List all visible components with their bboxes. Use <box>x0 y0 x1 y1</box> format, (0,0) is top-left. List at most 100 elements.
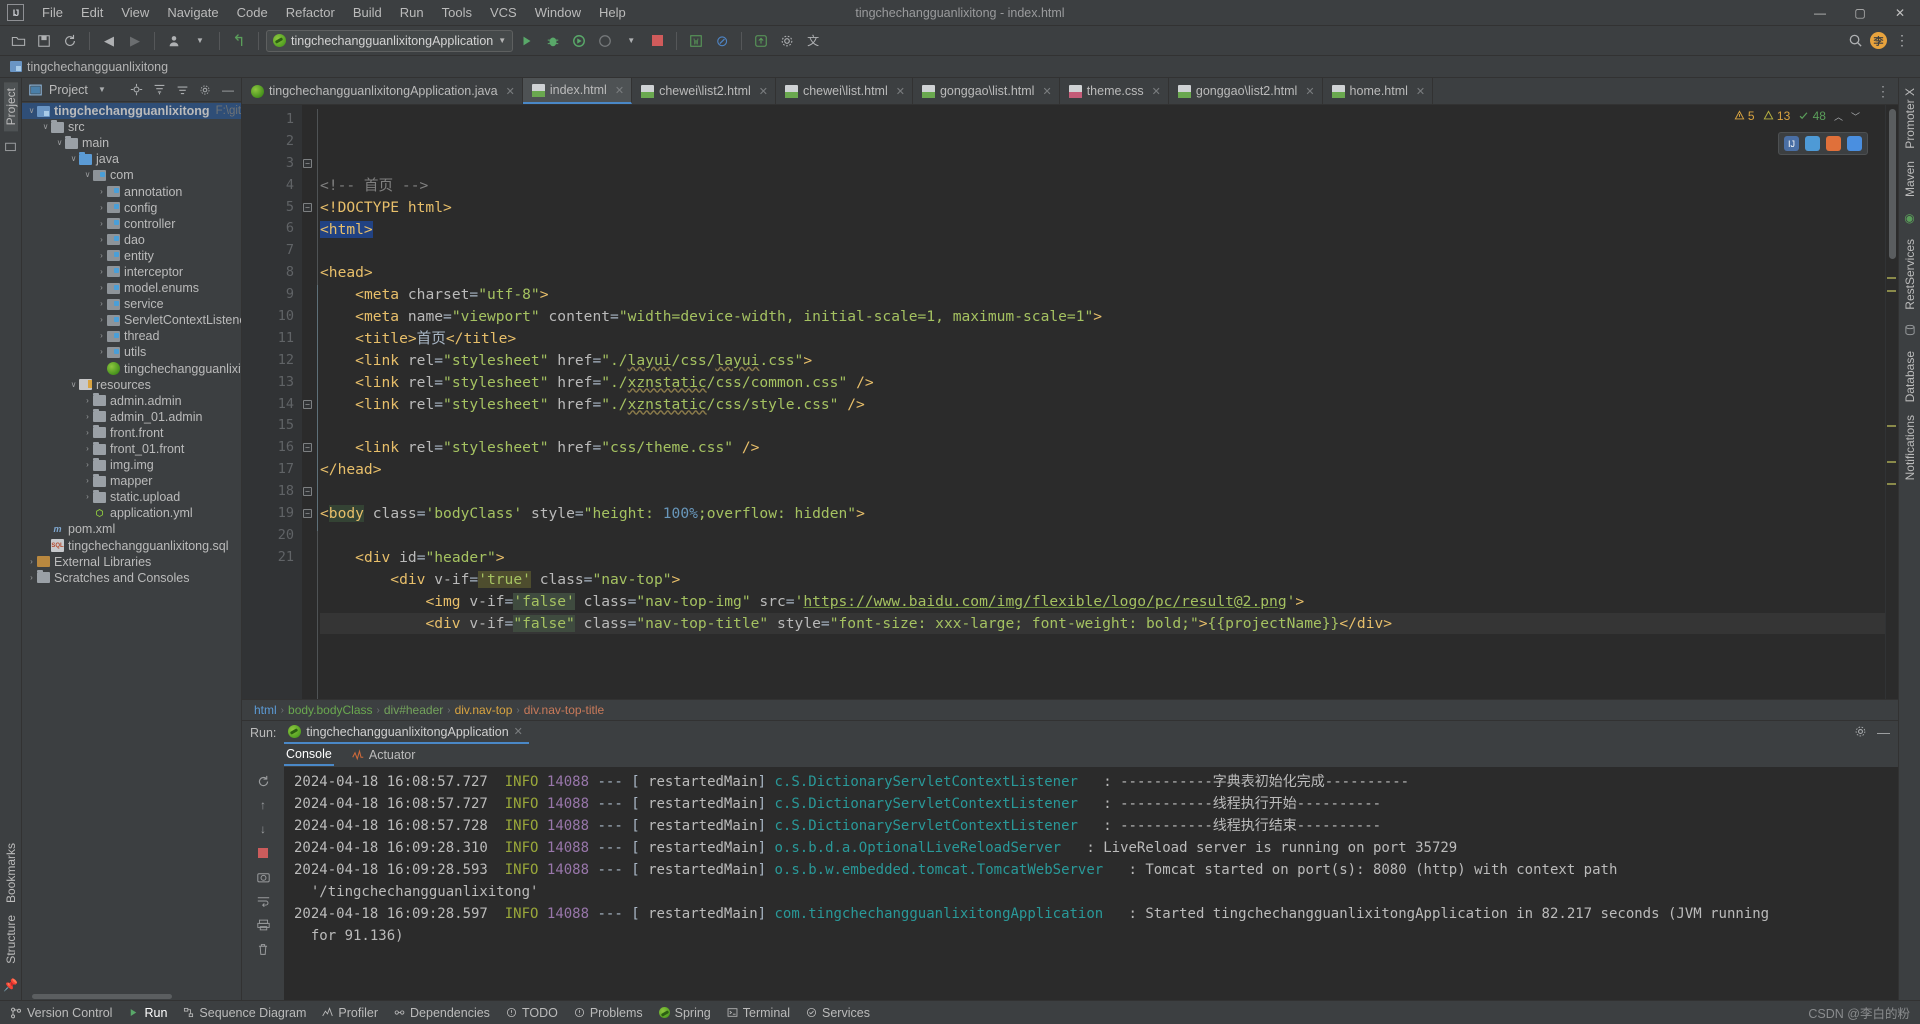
menu-help[interactable]: Help <box>590 2 635 23</box>
tree-node[interactable]: ∨ java <box>22 151 241 167</box>
tree-node[interactable]: SQL tingchechangguanlixitong.sql <box>22 538 241 554</box>
code-line[interactable] <box>320 240 1885 262</box>
print-icon[interactable] <box>254 916 272 934</box>
run-icon[interactable] <box>515 29 539 53</box>
tree-node[interactable]: m pom.xml <box>22 521 241 537</box>
status-services[interactable]: Services <box>806 1006 870 1020</box>
tree-node[interactable]: › controller <box>22 216 241 232</box>
chevron-right-icon[interactable]: › <box>96 219 107 228</box>
menu-vcs[interactable]: VCS <box>481 2 526 23</box>
back-icon[interactable]: ◀ <box>97 29 121 53</box>
menu-file[interactable]: File <box>33 2 72 23</box>
ban-icon[interactable]: ⊘ <box>710 29 734 53</box>
tree-node[interactable]: › config <box>22 200 241 216</box>
tree-node[interactable]: ∨ src <box>22 119 241 135</box>
editor-tab[interactable]: gonggao\list.html ✕ <box>913 78 1060 104</box>
tree-node[interactable]: ∨ main <box>22 135 241 151</box>
open-folder-icon[interactable] <box>6 29 30 53</box>
chevron-right-icon[interactable]: › <box>82 412 93 421</box>
status-sequence-diagram[interactable]: Sequence Diagram <box>183 1006 306 1020</box>
gear-icon[interactable] <box>1854 725 1867 741</box>
breadcrumb-item[interactable]: div.nav-top <box>455 703 513 717</box>
chevron-right-icon[interactable]: › <box>82 445 93 453</box>
close-icon[interactable]: ✕ <box>514 725 523 738</box>
code-line[interactable]: <meta name="viewport" content="width=dev… <box>320 306 1885 328</box>
sync-icon[interactable] <box>58 29 82 53</box>
tool-window-maven[interactable]: Maven <box>1903 155 1917 203</box>
tool-window-promoter[interactable]: Promoter X <box>1903 82 1917 155</box>
chevron-right-icon[interactable]: › <box>96 267 107 276</box>
profiler-icon[interactable] <box>593 29 617 53</box>
chevron-up-icon[interactable]: ︿ <box>1834 110 1843 123</box>
code-line[interactable]: <div id="header"> <box>320 547 1885 569</box>
editor-tab[interactable]: chewei\list.html ✕ <box>776 78 913 104</box>
close-button[interactable]: ✕ <box>1880 0 1920 26</box>
close-tab-icon[interactable]: ✕ <box>1416 85 1425 98</box>
editor-scrollbar[interactable] <box>1885 105 1898 699</box>
breadcrumb-item[interactable]: html <box>254 703 277 717</box>
tab-console[interactable]: Console <box>284 746 334 766</box>
inspection-widget[interactable]: 5 13 48 ︿ ﹀ <box>1734 109 1860 123</box>
editor-tab[interactable]: gonggao\list2.html ✕ <box>1169 78 1323 104</box>
code-line[interactable]: </head> <box>320 459 1885 481</box>
code-line[interactable]: <!DOCTYPE html> <box>320 197 1885 219</box>
project-tree[interactable]: ∨tingchechangguanlixitongF:\gitee_w∨src∨… <box>22 102 241 993</box>
chevron-down-icon-2[interactable]: ▼ <box>619 29 643 53</box>
status-dependencies[interactable]: Dependencies <box>394 1006 490 1020</box>
chevron-down-icon[interactable]: ∨ <box>82 171 93 179</box>
breadcrumb-item[interactable]: div#header <box>384 703 443 717</box>
tree-node[interactable]: tingchechangguanlixito <box>22 361 241 377</box>
code-content[interactable]: <!-- 首页 --> <!DOCTYPE html> <html> <head> … <box>302 105 1885 699</box>
chevron-down-icon[interactable]: ∨ <box>40 123 51 131</box>
code-line[interactable]: <!-- 首页 --> <box>320 175 1885 197</box>
coverage-icon[interactable] <box>567 29 591 53</box>
chevron-down-icon[interactable]: ∨ <box>68 380 79 389</box>
code-line[interactable]: <title>首页</title> <box>320 328 1885 350</box>
stop-icon[interactable] <box>645 29 669 53</box>
edge-browser-icon[interactable] <box>1805 136 1820 151</box>
tree-node[interactable]: › Scratches and Consoles <box>22 570 241 586</box>
menu-edit[interactable]: Edit <box>72 2 112 23</box>
minimize-button[interactable]: — <box>1800 0 1840 26</box>
chevron-right-icon[interactable]: › <box>82 428 93 437</box>
debug-icon[interactable] <box>541 29 565 53</box>
save-icon[interactable] <box>32 29 56 53</box>
scrollbar-thumb[interactable] <box>1889 109 1896 259</box>
status-profiler[interactable]: Profiler <box>322 1006 378 1020</box>
gear-icon[interactable] <box>775 29 799 53</box>
tree-node[interactable]: › dao <box>22 232 241 248</box>
chevron-down-icon[interactable]: ▼ <box>93 81 111 99</box>
run-configuration-selector[interactable]: tingchechangguanlixitongApplication ▼ <box>266 29 514 52</box>
editor-tab-bar[interactable]: tingchechangguanlixitongApplication.java… <box>242 78 1898 105</box>
update-icon[interactable] <box>749 29 773 53</box>
status-version-control[interactable]: Version Control <box>10 1006 112 1020</box>
status-terminal[interactable]: Terminal <box>727 1006 790 1020</box>
locate-icon[interactable] <box>127 81 145 99</box>
code-line[interactable]: <link rel="stylesheet" href="./xznstatic… <box>320 394 1885 416</box>
code-line[interactable]: <img v-if='false' class="nav-top-img" sr… <box>320 591 1885 613</box>
menu-code[interactable]: Code <box>228 2 277 23</box>
avatar[interactable]: 李 <box>1870 32 1887 49</box>
hide-icon[interactable]: — <box>219 81 237 99</box>
tree-node[interactable]: › entity <box>22 248 241 264</box>
translate-icon[interactable]: 文 <box>801 29 825 53</box>
tree-node[interactable]: › img.img <box>22 457 241 473</box>
console-tab-bar[interactable]: Console Actuator <box>242 745 1898 767</box>
tree-node[interactable]: › front_01.front <box>22 441 241 457</box>
collapse-all-icon[interactable] <box>173 81 191 99</box>
chevron-right-icon[interactable]: › <box>96 251 107 260</box>
chevron-right-icon[interactable]: › <box>96 348 107 356</box>
menu-window[interactable]: Window <box>526 2 590 23</box>
close-tab-icon[interactable]: ✕ <box>615 84 624 97</box>
editor-tab[interactable]: theme.css ✕ <box>1060 78 1169 104</box>
tool-window-bookmarks[interactable]: Bookmarks <box>4 837 18 909</box>
code-editor[interactable]: 1 2 3−4 5−6 7 8 9 10 11 12 13 14−15 16−17 18−19−20 21 … <box>242 105 1898 699</box>
tree-node[interactable]: › annotation <box>22 183 241 199</box>
code-line[interactable]: <link rel="stylesheet" href="./layui/css… <box>320 350 1885 372</box>
chevron-right-icon[interactable]: › <box>82 396 93 405</box>
editor-tab[interactable]: index.html ✕ <box>522 78 633 104</box>
chevron-right-icon[interactable]: › <box>96 332 107 340</box>
menu-refactor[interactable]: Refactor <box>277 2 344 23</box>
status-todo[interactable]: TODO <box>506 1006 558 1020</box>
user-icon[interactable] <box>162 29 186 53</box>
